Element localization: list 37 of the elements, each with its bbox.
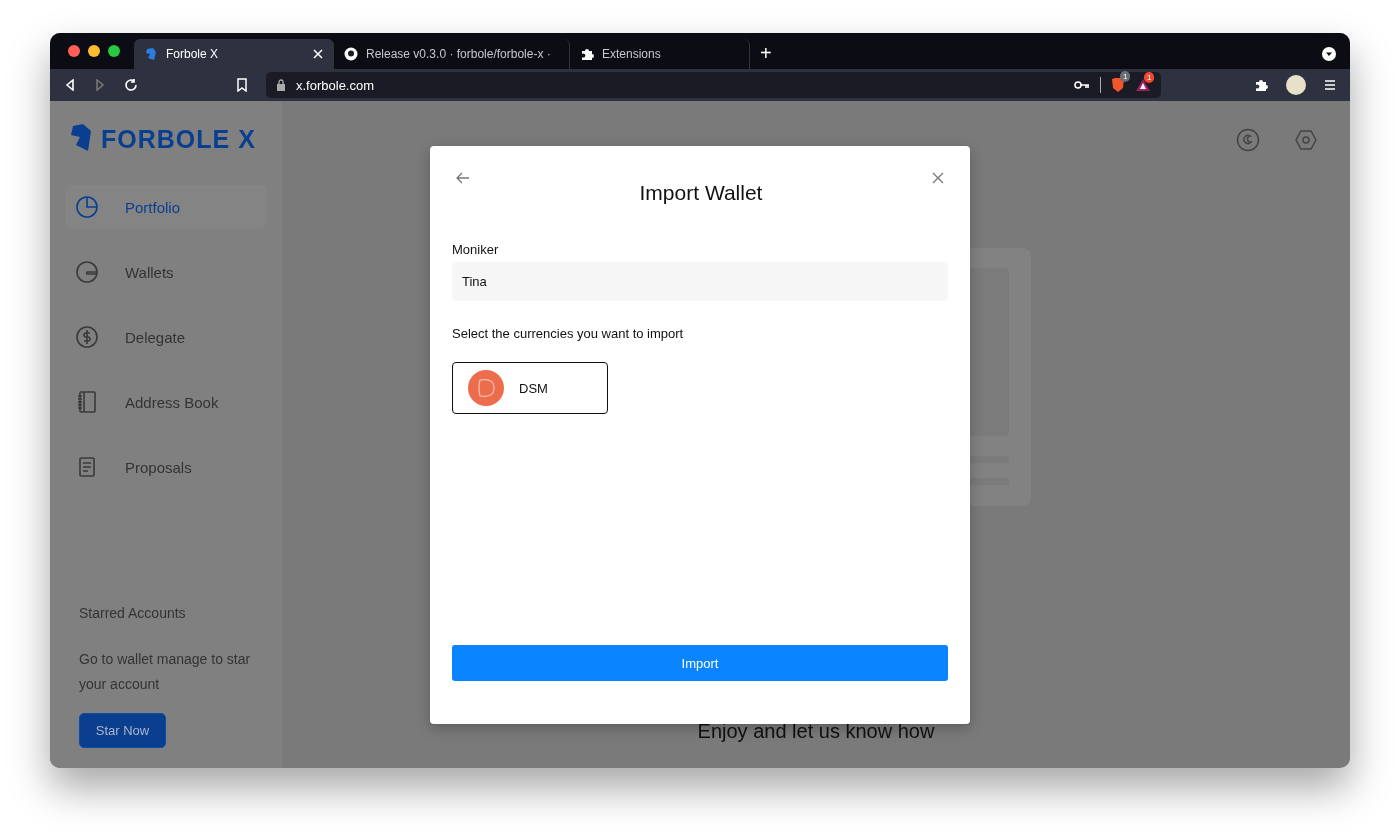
wallet-icon [75,260,99,284]
notebook-icon [75,390,99,414]
field-label: Moniker [452,242,500,257]
avatar[interactable] [1286,75,1306,95]
forward-icon[interactable] [94,79,106,91]
puzzle-icon [580,47,594,61]
rewards-count-badge: 1 [1144,72,1155,83]
dollar-icon [75,325,99,349]
back-arrow-icon[interactable] [456,172,470,184]
key-icon[interactable] [1074,80,1090,90]
new-tab-button[interactable]: + [750,42,782,69]
dropdown-icon[interactable] [1322,47,1336,61]
shields-count-badge: 1 [1120,71,1131,82]
star-now-button[interactable]: Star Now [79,713,166,748]
zoom-window-button[interactable] [108,45,120,57]
reload-icon[interactable] [124,78,138,92]
hint-text: Go to wallet manage to star your account [79,650,252,694]
menu-icon[interactable] [1324,79,1336,91]
browser-tab[interactable]: Forbole X [134,39,334,69]
address-bar[interactable]: x.forbole.com 1 1 [266,72,1161,98]
pie-chart-icon [75,195,99,219]
minimize-window-button[interactable] [88,45,100,57]
logo-text: FORBOLE X [101,124,256,154]
field-label: Select the currencies you want to import [452,326,685,341]
import-button[interactable]: Import [452,645,948,681]
currency-option[interactable]: DSM [452,362,608,414]
dialog-title: Import Wallet [639,181,763,205]
puzzle-icon[interactable] [1254,78,1268,92]
caption-text: Enjoy and let us know how [697,720,935,743]
bookmark-icon[interactable] [236,78,248,92]
moniker-input[interactable]: Tina [452,262,948,301]
back-icon[interactable] [64,79,76,91]
lock-icon [276,79,286,91]
section-title: Starred Accounts [79,605,187,621]
close-window-button[interactable] [68,45,80,57]
url-text: x.forbole.com [296,77,375,93]
coin-logo-icon [468,370,504,406]
